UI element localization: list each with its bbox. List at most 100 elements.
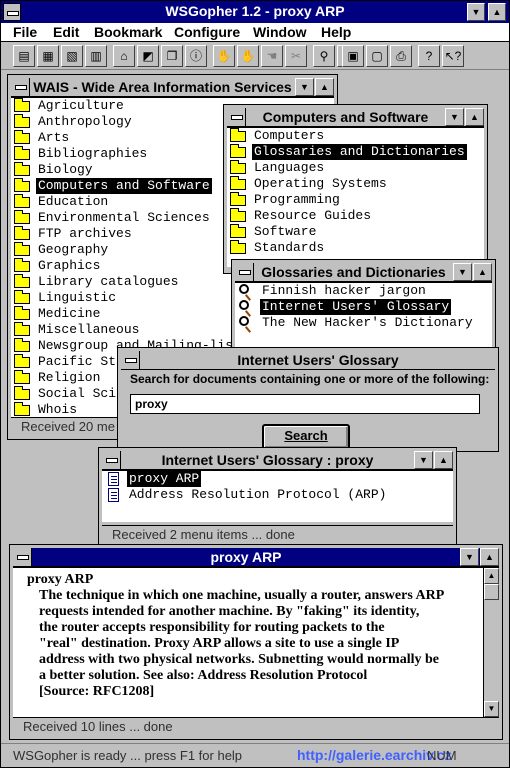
search-dialog[interactable]: Internet Users' Glossary Search for docu… [117,347,499,452]
app-title-bar[interactable]: WSGopher 1.2 - proxy ARP ▼ ▲ [1,1,509,23]
computers-list-item[interactable]: Programming [227,192,484,208]
info-icon[interactable]: ⓘ [185,45,207,67]
menu-bookmark[interactable]: Bookmark [94,24,162,40]
list-item-label: Software [254,224,317,239]
minimize-icon[interactable]: ▼ [453,263,472,281]
computers-list-item[interactable]: Software [227,224,484,240]
folder-icon [14,322,30,336]
menu-help[interactable]: Help [321,24,351,40]
folder-icon [230,224,246,238]
maximize-icon[interactable]: ▲ [480,548,499,566]
list-item-label: Education [38,194,109,209]
viewer-scrollbar[interactable]: ▲ ▼ [483,568,499,717]
window-menu-icon[interactable] [121,351,140,369]
result-list-item[interactable]: proxy ARP [102,471,453,487]
minimize-icon[interactable]: ▼ [295,78,314,96]
viewer-status: Received 10 lines ... done [13,717,499,737]
scroll-down-icon[interactable]: ▼ [484,701,499,717]
home-icon[interactable]: ⌂ [113,45,135,67]
glossary-list-item[interactable]: The New Hacker's Dictionary [235,315,492,331]
maximize-icon[interactable]: ▲ [473,263,492,281]
results-list[interactable]: proxy ARP Address Resolution Protocol (AR… [102,470,453,522]
menu-file[interactable]: File [13,24,37,40]
result-list-item[interactable]: Address Resolution Protocol (ARP) [102,487,453,503]
copy-icon[interactable]: ❐ [161,45,183,67]
search-icon[interactable]: ⚲ [313,45,335,67]
computers-list[interactable]: Computers Glossaries and Dictionaries Lang… [227,127,484,267]
stop-icon[interactable]: ✋ [213,45,235,67]
hand-icon[interactable]: ✋ [237,45,259,67]
folder-icon [14,338,30,352]
maximize-icon[interactable]: ▲ [315,78,334,96]
search-index-icon [239,316,249,326]
computers-list-item[interactable]: Glossaries and Dictionaries [227,144,484,160]
help-icon[interactable]: ? [418,45,440,67]
results-status: Received 2 menu items ... done [102,525,453,545]
window-menu-icon[interactable] [102,451,121,469]
hand2-icon[interactable]: ☚ [261,45,283,67]
maximize-icon[interactable]: ▲ [434,451,453,469]
maximize-icon[interactable]: ▲ [488,3,506,21]
results-window[interactable]: Internet Users' Glossary : proxy ▼ ▲ pro… [98,447,457,547]
computers-list-item[interactable]: Computers [227,128,484,144]
search-input[interactable]: proxy [130,394,480,414]
bookmark-icon[interactable]: ▥ [85,45,107,67]
folder-icon [14,146,30,160]
results-title: Internet Users' Glossary : proxy [161,452,374,468]
computers-list-item[interactable]: Languages [227,160,484,176]
folder-icon [14,130,30,144]
folder-icon [230,176,246,190]
save-icon[interactable]: ▣ [342,45,364,67]
folder-icon [14,210,30,224]
document-line: The technique in which one machine, usua… [39,588,445,603]
search-label: Search for documents containing one or m… [130,372,490,386]
glossaries-window[interactable]: Glossaries and Dictionaries ▼ ▲ Finnish … [231,259,496,359]
print-icon[interactable]: ⎙ [390,45,412,67]
menu-window[interactable]: Window [253,24,307,40]
wais-caption[interactable]: WAIS - Wide Area Information Services ▼ … [11,78,334,97]
window-menu-icon[interactable] [235,263,254,281]
back-icon[interactable]: ◩ [137,45,159,67]
computers-list-item[interactable]: Operating Systems [227,176,484,192]
list-item-label: FTP archives [38,226,132,241]
disconnect-icon[interactable]: ✂ [285,45,307,67]
window-menu-icon[interactable] [13,548,32,566]
list-item-label: Programming [254,192,340,207]
minimize-icon[interactable]: ▼ [467,3,485,21]
viewer-window[interactable]: proxy ARP ▼ ▲ proxy ARP The technique in… [9,544,503,740]
list-item-label: Address Resolution Protocol (ARP) [129,487,387,502]
glossary-list-item[interactable]: Internet Users' Glossary [235,299,492,315]
minimize-icon[interactable]: ▼ [414,451,433,469]
maximize-icon[interactable]: ▲ [465,108,484,126]
computers-caption[interactable]: Computers and Software ▼ ▲ [227,108,484,127]
document-line: a better solution. See also: Address Res… [39,668,368,683]
menu-edit[interactable]: Edit [53,24,79,40]
document-line: the router accepts responsibility for ro… [39,620,385,635]
glossaries-list[interactable]: Finnish hacker jargon Internet Users' Glo… [235,282,492,352]
window-menu-icon[interactable] [11,78,30,96]
open-book-icon[interactable]: ▤ [13,45,35,67]
new-icon[interactable]: ▧ [61,45,83,67]
computers-list-item[interactable]: Resource Guides [227,208,484,224]
glossary-list-item[interactable]: Finnish hacker jargon [235,283,492,299]
computers-list-item[interactable]: Standards [227,240,484,256]
computers-window[interactable]: Computers and Software ▼ ▲ Computers Glos… [223,104,488,274]
minimize-icon[interactable]: ▼ [460,548,479,566]
scroll-up-icon[interactable]: ▲ [484,568,499,584]
clipboard-icon[interactable]: ▢ [366,45,388,67]
list-item-label: Glossaries and Dictionaries [252,144,467,160]
list-item-label: proxy ARP [127,471,202,487]
window-menu-icon[interactable] [227,108,246,126]
viewer-caption[interactable]: proxy ARP ▼ ▲ [13,548,499,567]
list-item-label: Finnish hacker jargon [262,283,426,298]
minimize-icon[interactable]: ▼ [445,108,464,126]
results-caption[interactable]: Internet Users' Glossary : proxy ▼ ▲ [102,451,453,470]
context-help-icon[interactable]: ↖? [442,45,464,67]
scroll-thumb[interactable] [484,584,499,600]
viewer-body[interactable]: proxy ARP The technique in which one mac… [13,567,499,717]
open-icon[interactable]: ▦ [37,45,59,67]
menu-configure[interactable]: Configure [174,24,240,40]
search-caption[interactable]: Internet Users' Glossary [121,351,495,370]
list-item-label: Medicine [38,306,101,321]
glossaries-caption[interactable]: Glossaries and Dictionaries ▼ ▲ [235,263,492,282]
